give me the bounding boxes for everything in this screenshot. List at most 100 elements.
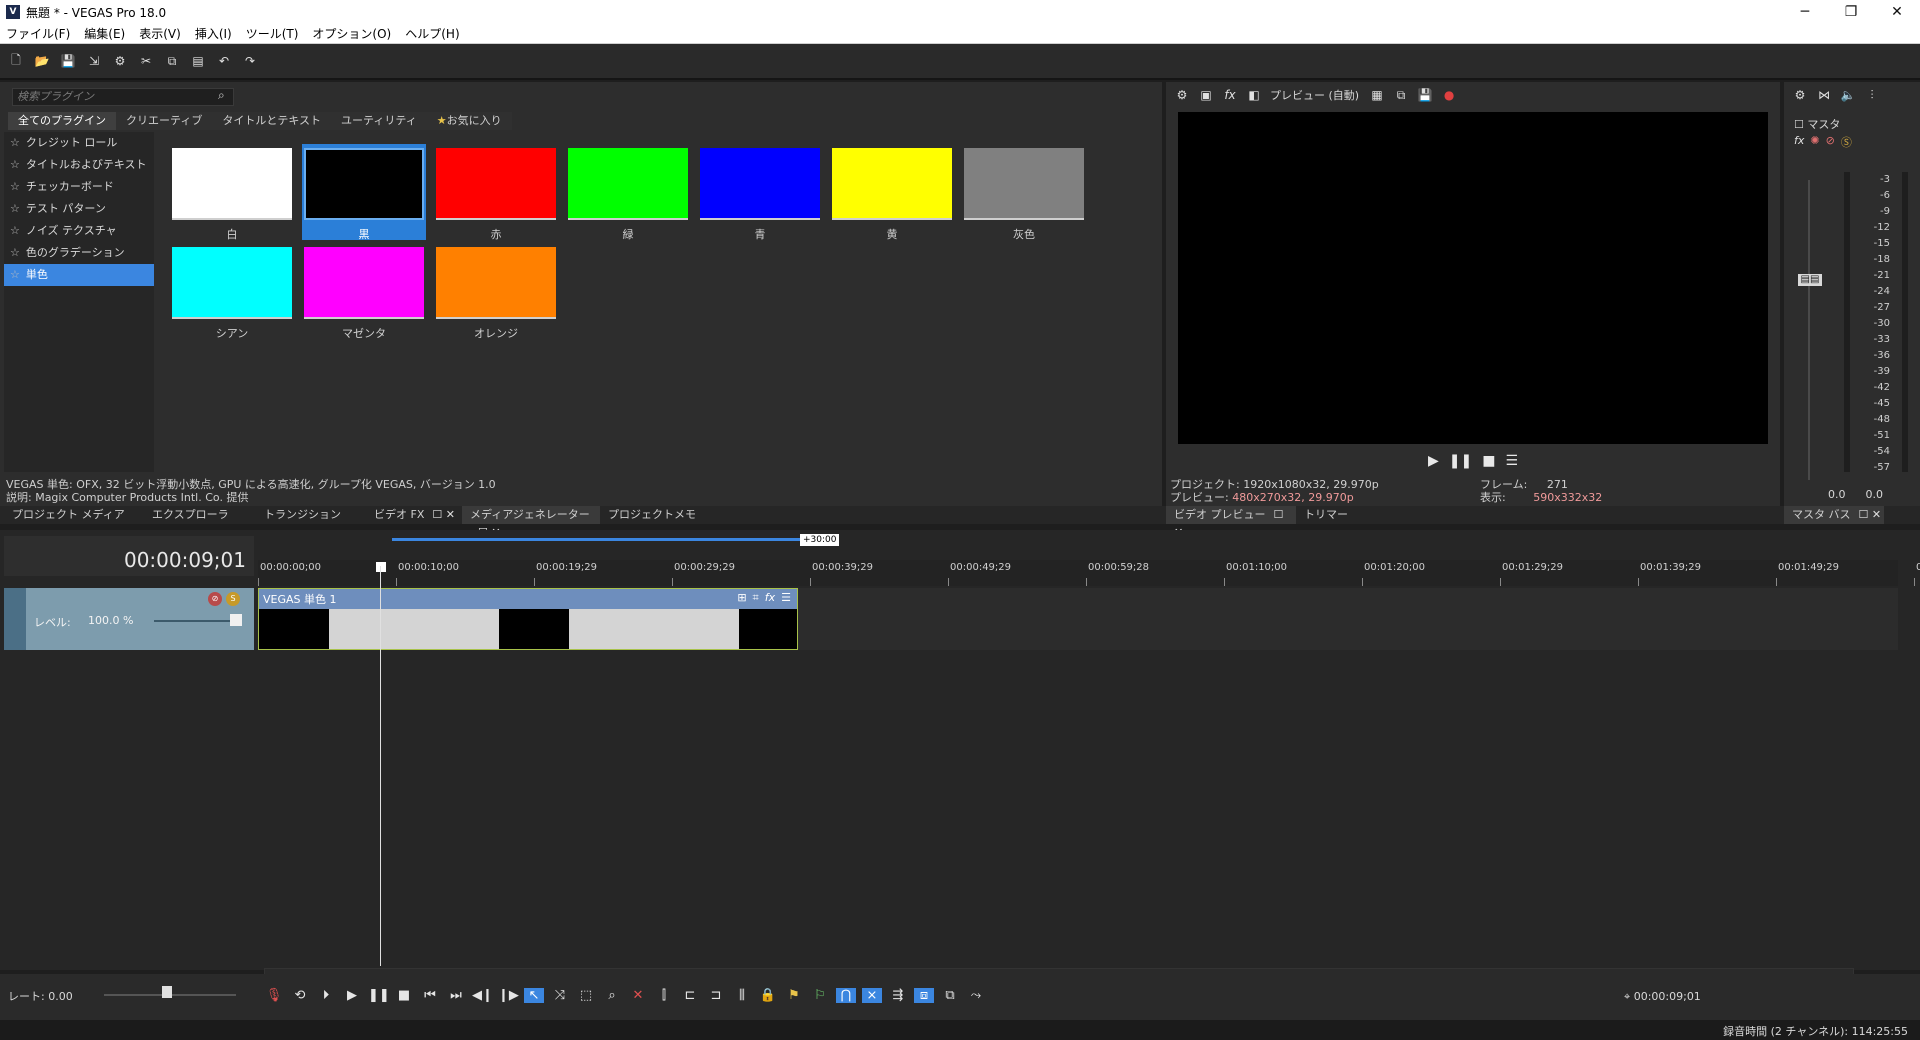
vertical-scrollbar[interactable]: [1902, 536, 1914, 964]
close-icon[interactable]: ✕: [1874, 0, 1920, 24]
tree-item-credit-roll[interactable]: ☆ クレジット ロール: [4, 132, 154, 154]
gear-icon[interactable]: ⚙: [1792, 87, 1808, 103]
snapping-icon[interactable]: ⋂: [836, 988, 856, 1003]
external-monitor-icon[interactable]: ▣: [1198, 87, 1214, 103]
preset-blue[interactable]: 青: [698, 144, 822, 241]
preset-green[interactable]: 緑: [566, 144, 690, 241]
menu-view[interactable]: 表示(V): [139, 25, 181, 42]
preview-quality-dropdown[interactable]: プレビュー (自動): [1270, 87, 1359, 103]
menu-tools[interactable]: ツール(T): [246, 25, 299, 42]
menu-help[interactable]: ヘルプ(H): [405, 25, 459, 42]
grid-icon[interactable]: ▦: [1369, 87, 1385, 103]
split-screen-icon[interactable]: ◧: [1246, 87, 1262, 103]
tab-explorer[interactable]: エクスプローラ: [144, 506, 256, 524]
event-pan-crop-icon[interactable]: ⊞: [737, 591, 746, 605]
crop-icon[interactable]: ⌗: [753, 591, 759, 605]
prev-frame-icon[interactable]: ◀❙: [472, 988, 493, 1003]
speaker-icon[interactable]: 🔈: [1840, 87, 1856, 103]
tab-favorites[interactable]: ★お気に入り: [426, 112, 512, 130]
tree-item-color-gradient[interactable]: ☆ 色のグラデーション: [4, 242, 154, 264]
mixer-icon[interactable]: ⫶: [1864, 87, 1880, 103]
play-icon[interactable]: ▶: [1428, 453, 1439, 469]
tab-video-fx[interactable]: ビデオ FX ☐ ✕: [366, 506, 462, 524]
playhead-marker[interactable]: [376, 562, 386, 572]
level-value[interactable]: 100.0 %: [88, 614, 133, 627]
plugin-search-input[interactable]: 検索プラグイン: [12, 88, 234, 106]
open-icon[interactable]: 📂: [34, 53, 50, 69]
tree-item-checkerboard[interactable]: ☆ チェッカーボード: [4, 176, 154, 198]
video-track-header[interactable]: ⊘ S レベル: 100.0 %: [4, 588, 254, 650]
lock-envelopes-icon[interactable]: ⧈: [914, 988, 934, 1003]
tab-video-preview[interactable]: ビデオ プレビュー☐ ✕: [1166, 506, 1296, 539]
fx-icon[interactable]: fx: [1794, 134, 1804, 150]
play-from-start-icon[interactable]: ⏵: [316, 988, 336, 1003]
effects-icon[interactable]: ✺: [1810, 134, 1819, 150]
tab-creative[interactable]: クリエーティブ: [116, 112, 213, 130]
preset-orange[interactable]: オレンジ: [434, 243, 558, 340]
solo-icon[interactable]: S: [226, 592, 240, 606]
delete-icon[interactable]: ✕: [628, 988, 648, 1003]
master-fader-track[interactable]: [1808, 180, 1810, 480]
tab-project-notes[interactable]: プロジェクトメモ: [600, 506, 720, 524]
ripple-edit-icon[interactable]: ⇶: [888, 988, 908, 1003]
copy-icon[interactable]: ⧉: [164, 53, 180, 69]
pause-icon[interactable]: ❚❚: [1449, 453, 1472, 469]
envelope-tool-icon[interactable]: ⤨: [550, 988, 570, 1003]
pause-icon[interactable]: ❚❚: [368, 988, 390, 1003]
rate-slider-knob[interactable]: [162, 986, 172, 998]
preset-gray[interactable]: 灰色: [962, 144, 1086, 241]
preset-yellow[interactable]: 黄: [830, 144, 954, 241]
trim-start-icon[interactable]: ⊏: [680, 988, 700, 1003]
tree-item-solid-color[interactable]: ☆ 単色: [4, 264, 154, 286]
tree-item-test-pattern[interactable]: ☆ テスト パターン: [4, 198, 154, 220]
play-icon[interactable]: ▶: [342, 988, 362, 1003]
tab-master-bus[interactable]: マスタ バス ☐ ✕: [1784, 506, 1884, 524]
preset-black[interactable]: 黒: [302, 144, 426, 241]
solo-icon[interactable]: Ⓢ: [1841, 134, 1852, 150]
marker-icon[interactable]: ⚑: [784, 988, 804, 1003]
preset-white[interactable]: 白: [170, 144, 294, 241]
close-icon[interactable]: ☐ ✕: [432, 508, 455, 521]
close-icon[interactable]: ☐ ✕: [1859, 508, 1882, 521]
trim-icon[interactable]: ⫿: [654, 988, 674, 1003]
render-icon[interactable]: ⇲: [86, 53, 102, 69]
record-icon[interactable]: ●: [1441, 87, 1457, 103]
lock-icon[interactable]: 🔒: [758, 988, 778, 1003]
minimize-icon[interactable]: ─: [1782, 0, 1828, 24]
copy-snapshot-icon[interactable]: ⧉: [1393, 87, 1409, 103]
stop-icon[interactable]: ■: [394, 988, 414, 1003]
save-icon[interactable]: 💾: [60, 53, 76, 69]
menu-icon[interactable]: ☰: [1505, 453, 1518, 469]
paste-icon[interactable]: ▤: [190, 53, 206, 69]
preset-red[interactable]: 赤: [434, 144, 558, 241]
region-icon[interactable]: ⚐: [810, 988, 830, 1003]
go-to-end-icon[interactable]: ⏭: [446, 988, 466, 1003]
tab-project-media[interactable]: プロジェクト メディア: [4, 506, 144, 524]
auto-crossfade-icon[interactable]: ⨯: [862, 988, 882, 1003]
level-slider[interactable]: [154, 620, 236, 622]
mute-icon[interactable]: ⊘: [208, 592, 222, 606]
ignore-grouping-icon[interactable]: ⧉: [940, 988, 960, 1003]
selection-tool-icon[interactable]: ⬚: [576, 988, 596, 1003]
master-fader-handle[interactable]: ▤▤: [1798, 274, 1822, 286]
menu-insert[interactable]: 挿入(I): [195, 25, 232, 42]
new-icon[interactable]: 🗋: [8, 53, 24, 69]
fx-icon[interactable]: fx: [1222, 87, 1238, 103]
downmix-icon[interactable]: ⋈: [1816, 87, 1832, 103]
cut-icon[interactable]: ✂: [138, 53, 154, 69]
tab-titles-text[interactable]: タイトルとテキスト: [212, 112, 332, 130]
trim-end-icon[interactable]: ⊐: [706, 988, 726, 1003]
zoom-tool-icon[interactable]: ⌕: [602, 988, 622, 1003]
normal-edit-tool-icon[interactable]: ↖: [524, 988, 544, 1003]
settings-icon[interactable]: ⚙: [112, 53, 128, 69]
level-slider-knob[interactable]: [230, 614, 242, 626]
mute-icon[interactable]: ⊘: [1826, 134, 1835, 150]
search-icon[interactable]: ⌕: [218, 88, 234, 104]
redo-icon[interactable]: ↷: [242, 53, 258, 69]
split-icon[interactable]: ⫼: [732, 988, 752, 1003]
tab-all-plugins[interactable]: 全てのプラグイン: [8, 112, 116, 130]
record-icon[interactable]: 🎙: [264, 988, 284, 1003]
time-ruler[interactable]: 00:00:00;00 00:00:10;00 00:00:19;29 00:00:2…: [258, 560, 1920, 586]
maximize-icon[interactable]: ❐: [1828, 0, 1874, 24]
menu-options[interactable]: オプション(O): [312, 25, 391, 42]
